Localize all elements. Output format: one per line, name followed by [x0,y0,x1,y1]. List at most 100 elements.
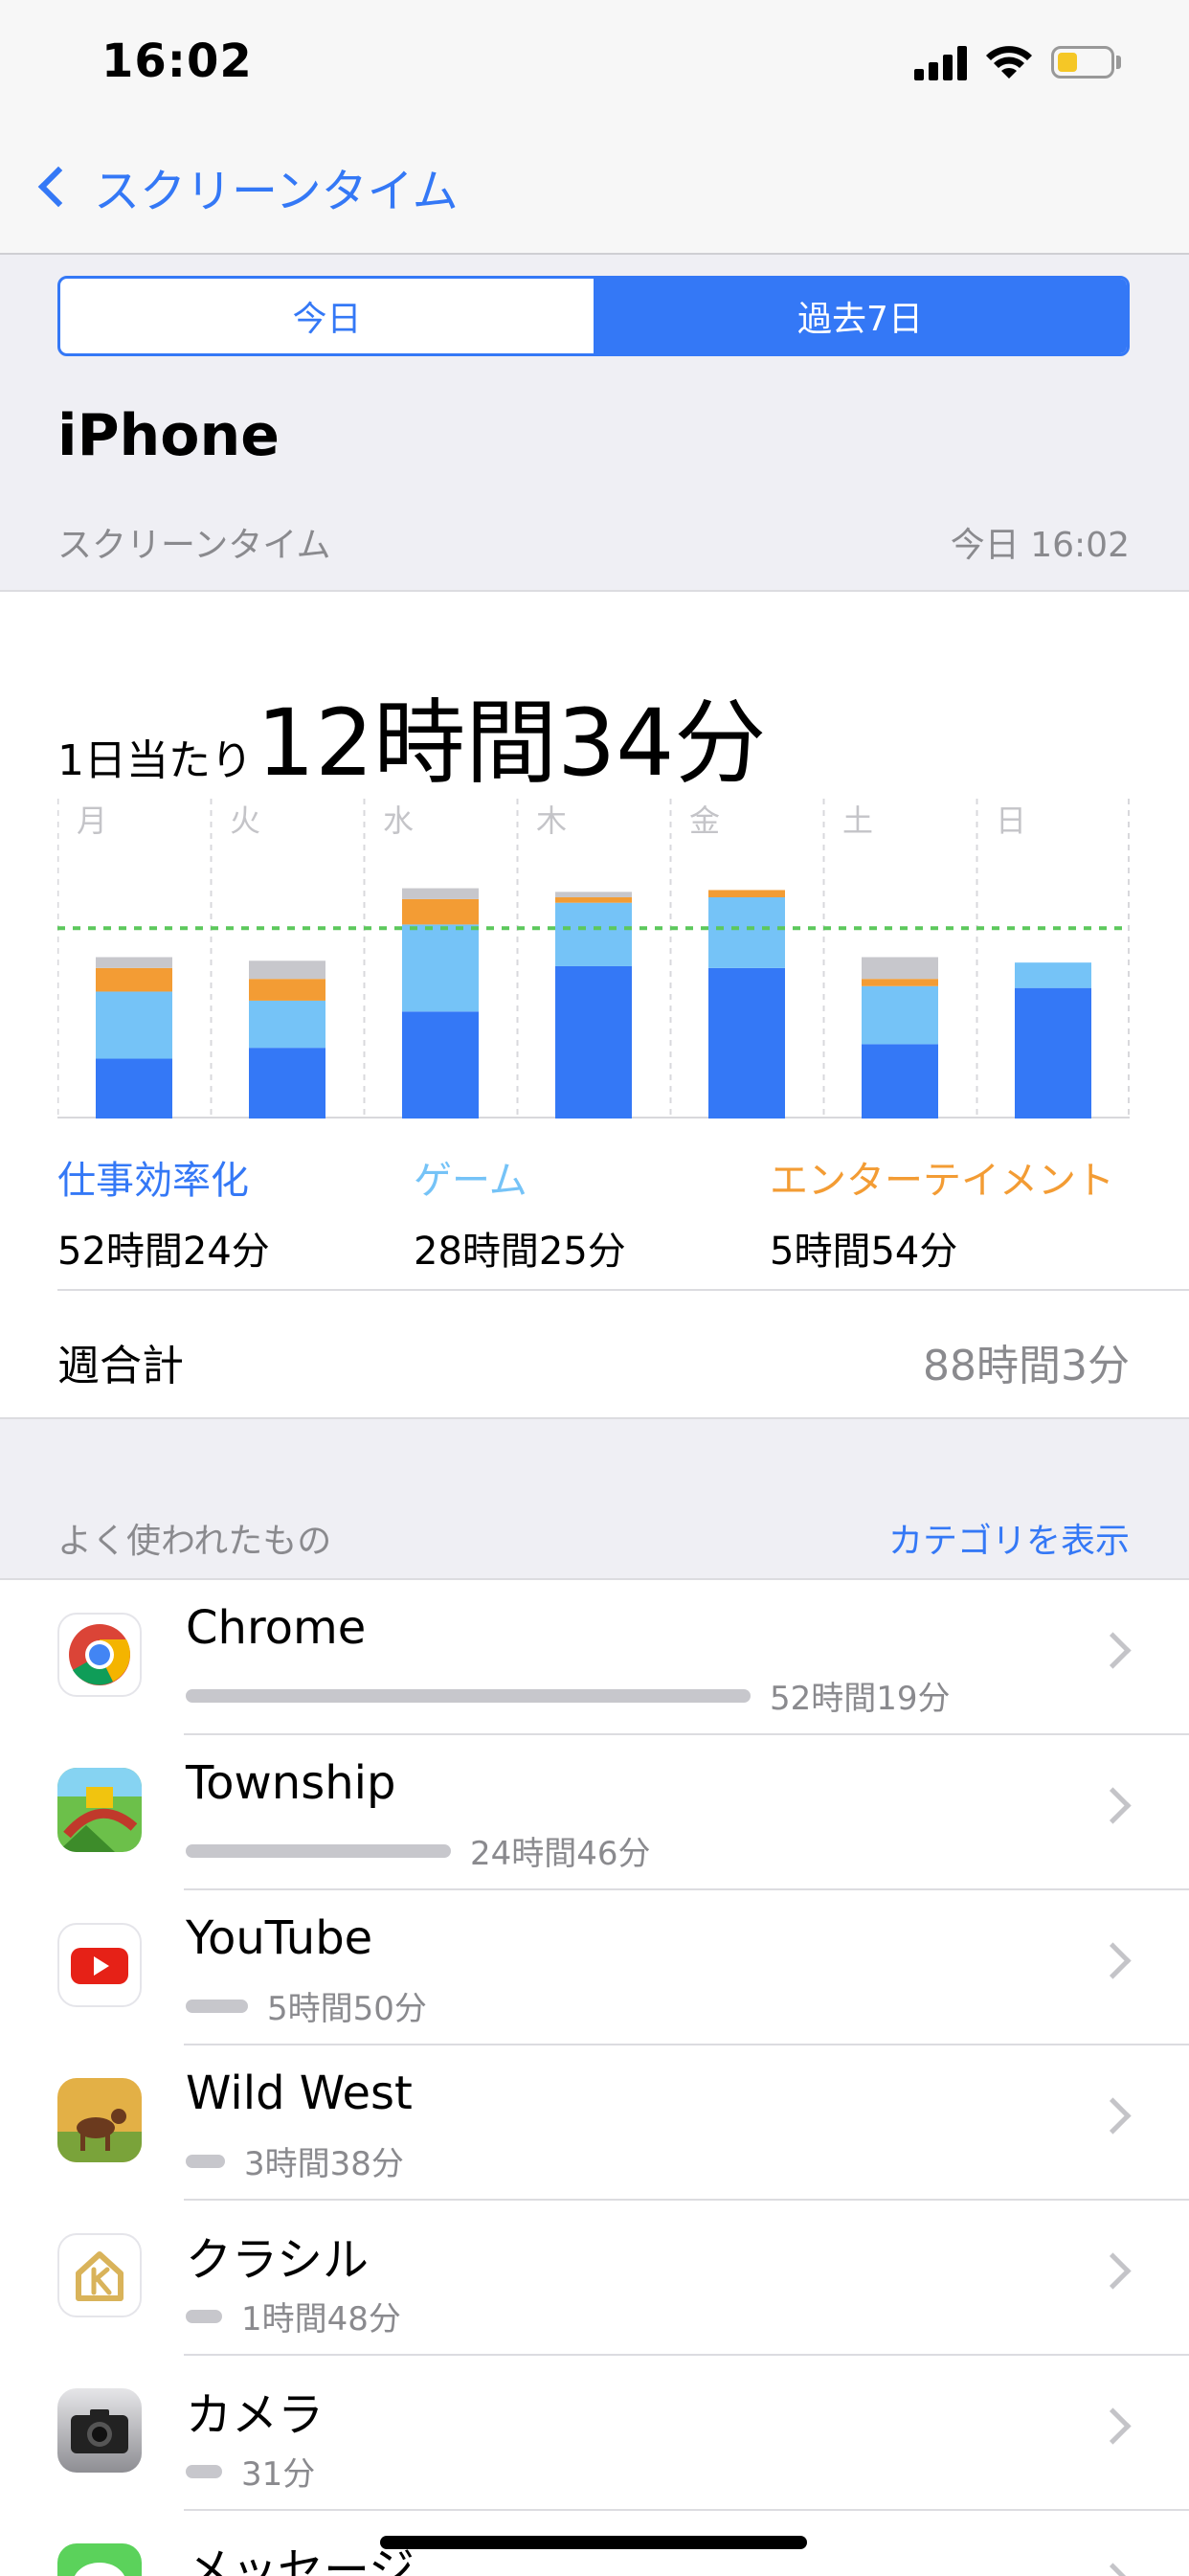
device-title: iPhone [57,402,280,469]
segment-last-7-days[interactable]: 過去7日 [594,279,1127,353]
app-usage: 5時間50分 [186,1982,427,2029]
chart-day-label: 火 [230,802,260,839]
app-row-camera[interactable]: カメラ 31分 [0,2356,1189,2511]
daily-average: 1日当たり 12時間34分 [57,668,766,802]
chevron-left-icon [37,166,79,208]
back-label: スクリーンタイム [94,165,459,218]
app-row-youtube[interactable]: YouTube 5時間50分 [0,1890,1189,2045]
kurashiru-icon [57,2233,142,2317]
most-used-app-list: Chrome 52時間19分 Township 24時間46分 YouTube … [0,1578,1189,2576]
chrome-icon [57,1613,142,1697]
usage-bar [186,2154,225,2168]
chevron-right-icon [1094,1632,1132,1669]
chart-bar-segment [249,1000,325,1049]
app-usage: 52時間19分 [186,1672,951,1719]
chart-bar-segment [96,1058,172,1119]
app-row-township[interactable]: Township 24時間46分 [0,1735,1189,1890]
chart-bar-segment [862,979,938,986]
legend-value: 28時間25分 [414,1230,626,1274]
app-name: Township [186,1756,396,1810]
chart-bar-segment [249,979,325,1001]
usage-bar [186,1999,248,2013]
legend-name: ゲーム [414,1159,527,1203]
home-indicator [380,2536,807,2549]
chart-bar-segment [555,965,632,1119]
most-used-title: よく使われたもの [57,1522,332,1561]
battery-icon [1051,46,1114,79]
usage-time: 1時間48分 [241,2300,401,2339]
app-row-wild-west[interactable]: Wild West 3時間38分 [0,2045,1189,2201]
chart-day-label: 日 [996,802,1026,839]
week-total-value: 88時間3分 [923,1342,1130,1390]
legend-value: 5時間54分 [770,1230,958,1274]
legend-name: エンターテイメント [770,1159,1114,1203]
legend-item-entertainment: エンターテイメント 5時間54分 [770,1149,1114,1276]
status-bar: 16:02 [0,0,1189,134]
chart-bar-segment [708,967,785,1119]
app-name: カメラ [186,2388,325,2442]
app-row-chrome[interactable]: Chrome 52時間19分 [0,1580,1189,1735]
chevron-right-icon [1094,1942,1132,1979]
app-usage: 31分 [186,2448,315,2495]
chart-bar-segment [402,1011,479,1119]
back-button[interactable]: スクリーンタイム [34,153,459,220]
chart-bar-segment [555,897,632,903]
week-total-label: 週合計 [57,1342,184,1390]
chart-bar-segment [249,1048,325,1119]
chevron-right-icon [1094,2097,1132,2135]
chart-bar-segment [708,890,785,898]
legend-item-productivity: 仕事効率化 52時間24分 [57,1149,270,1276]
category-legend: 仕事効率化 52時間24分 ゲーム 28時間25分 エンターテイメント 5時間5… [57,1149,1130,1274]
navigation-bar: スクリーンタイム [0,134,1189,255]
battery-tip [1116,56,1121,69]
usage-bar [186,1843,451,1858]
week-total-row: 週合計 88時間3分 [57,1289,1189,1419]
chevron-right-icon [1094,2252,1132,2290]
app-row-kurashiru[interactable]: クラシル 1時間48分 [0,2201,1189,2356]
chart-bar-segment [708,897,785,968]
app-name: クラシル [186,2233,370,2287]
usage-time: 24時間46分 [470,1835,651,1873]
chevron-right-icon [1094,2407,1132,2445]
chart-day-label: 土 [842,802,873,839]
chart-day-label: 水 [383,802,414,839]
app-usage: 1時間48分 [186,2293,401,2339]
chart-bar-segment [96,991,172,1059]
usage-summary-card: 1日当たり 12時間34分 月 火 水 木 金 土 日 仕事効率化 52時間24分 ゲーム … [0,590,1189,1419]
most-used-header: よく使われたもの カテゴリを表示 [57,1513,1130,1563]
chart-bar-segment [862,985,938,1045]
screen-time-label: スクリーンタイム [57,526,331,565]
chart-bar-segment [402,924,479,1012]
status-time: 16:02 [101,34,253,88]
chart-bar-segment [862,957,938,980]
usage-time: 31分 [241,2455,316,2494]
youtube-icon [57,1923,142,2007]
show-categories-button[interactable]: カテゴリを表示 [888,1513,1130,1563]
usage-time: 5時間50分 [267,1990,427,2028]
screen-time-subheader: スクリーンタイム 今日 16:02 [57,517,1130,567]
daily-average-label: 1日当たり [57,736,253,785]
period-segmented-control: 今日 過去7日 [57,276,1130,356]
weekly-usage-chart-svg: 月火水木金土日 [57,799,1130,1119]
segment-today[interactable]: 今日 [60,279,594,353]
chart-bar-segment [402,888,479,899]
legend-name: 仕事効率化 [57,1159,249,1203]
legend-item-games: ゲーム 28時間25分 [414,1149,626,1276]
last-updated: 今日 16:02 [950,526,1130,565]
messages-icon [57,2543,142,2576]
legend-value: 52時間24分 [57,1230,270,1274]
chart-bar-segment [249,960,325,980]
usage-bar [186,2464,222,2478]
chart-bar-segment [1015,962,1091,988]
chart-bar-segment [1015,987,1091,1119]
chart-bar-segment [402,898,479,925]
usage-time: 3時間38分 [244,2145,404,2183]
chart-day-label: 木 [536,802,567,839]
app-usage: 24時間46分 [186,1827,651,1874]
chart-day-label: 金 [689,802,720,839]
app-name: Wild West [186,2067,413,2120]
wild-west-icon [57,2078,142,2162]
chart-bar-segment [96,967,172,992]
weekly-usage-chart[interactable]: 月火水木金土日 [57,799,1130,1119]
chart-bar-segment [555,902,632,966]
